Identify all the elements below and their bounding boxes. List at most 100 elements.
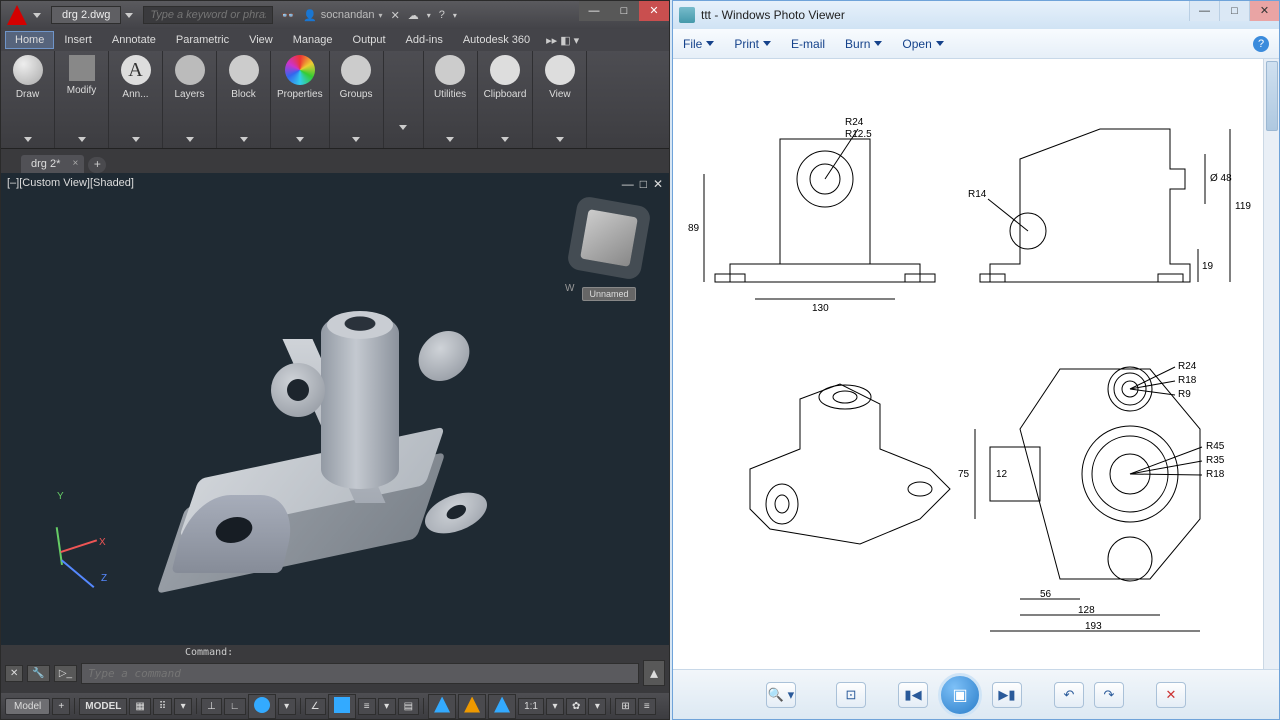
vp-maximize-icon[interactable]: □ bbox=[640, 177, 647, 191]
ribbon-panel-clipboard[interactable]: Clipboard bbox=[478, 51, 534, 148]
viewcube-ucs-label[interactable]: Unnamed bbox=[582, 287, 635, 301]
pv-menu-label: File bbox=[683, 37, 702, 51]
rotate-cw-icon[interactable]: ↷ bbox=[1094, 682, 1124, 708]
customize-icon[interactable]: ≡ bbox=[638, 698, 656, 715]
dim: R9 bbox=[1178, 389, 1191, 400]
document-tab[interactable]: drg 2* × bbox=[21, 155, 84, 173]
cmd-prompt-icon: ▷_ bbox=[54, 665, 77, 682]
ribbon-panel-layers[interactable]: Layers bbox=[163, 51, 217, 148]
ribbon-panel-properties[interactable]: Properties bbox=[271, 51, 330, 148]
annovisible-icon[interactable] bbox=[488, 694, 516, 719]
pv-maximize-button[interactable]: □ bbox=[1219, 1, 1249, 21]
pv-menu-open[interactable]: Open bbox=[902, 37, 943, 51]
gear-drop-icon[interactable]: ▾ bbox=[588, 698, 606, 715]
ribbon-tab-annotate[interactable]: Annotate bbox=[102, 31, 166, 49]
infer-icon[interactable]: ▾ bbox=[174, 698, 192, 715]
maximize-button[interactable]: □ bbox=[609, 1, 639, 21]
next-icon[interactable]: ▶▮ bbox=[992, 682, 1022, 708]
ribbon-panel-block[interactable]: Block bbox=[217, 51, 271, 148]
tab-add-button[interactable]: + bbox=[88, 157, 106, 173]
iso-icon[interactable] bbox=[248, 694, 276, 719]
model-tab[interactable]: Model bbox=[5, 698, 50, 715]
polar-icon[interactable]: ∟ bbox=[224, 698, 246, 715]
sc-icon[interactable] bbox=[428, 694, 456, 719]
scale-drop-icon[interactable]: ▾ bbox=[546, 698, 564, 715]
cmd-history-arrow[interactable]: ▴ bbox=[643, 660, 665, 686]
ribbon-panel-modify[interactable]: Modify bbox=[55, 51, 109, 148]
ortho-icon[interactable]: ⊥ bbox=[201, 698, 222, 715]
pv-menu-print[interactable]: Print bbox=[734, 37, 771, 51]
otrack-icon[interactable]: ∠ bbox=[305, 698, 326, 715]
lwt-icon[interactable]: ≡ bbox=[358, 698, 376, 715]
cmd-close-icon[interactable]: ✕ bbox=[5, 665, 23, 682]
viewcube[interactable]: W Unnamed bbox=[569, 213, 649, 303]
prev-icon[interactable]: ▮◀ bbox=[898, 682, 928, 708]
ribbon-label: Layers bbox=[174, 89, 204, 100]
ribbon-tab-home[interactable]: Home bbox=[5, 31, 54, 49]
help-icon[interactable]: ? bbox=[439, 9, 445, 21]
tpy-icon[interactable]: ▾ bbox=[378, 698, 396, 715]
scale-label[interactable]: 1:1 bbox=[518, 698, 544, 715]
ribbon-panel-view[interactable]: View bbox=[533, 51, 587, 148]
annoscale-icon[interactable] bbox=[458, 694, 486, 719]
slideshow-button[interactable]: ▣ bbox=[938, 673, 982, 717]
binoculars-icon[interactable]: 👓 bbox=[281, 9, 295, 22]
tab-close-icon[interactable]: × bbox=[73, 158, 79, 169]
rotate-ccw-icon[interactable]: ↶ bbox=[1054, 682, 1084, 708]
document-name-btn[interactable]: drg 2.dwg bbox=[51, 6, 121, 24]
ribbon-overflow-icon[interactable]: ▸▸ ◧ ▾ bbox=[546, 34, 579, 47]
cmd-config-icon[interactable]: 🔧 bbox=[27, 665, 49, 682]
pv-menu-file[interactable]: File bbox=[683, 37, 714, 51]
viewport[interactable]: [–][Custom View][Shaded] — □ ✕ W Unnamed… bbox=[1, 173, 669, 645]
dyn-icon[interactable] bbox=[328, 694, 356, 719]
qp-icon[interactable]: ▤ bbox=[398, 698, 419, 715]
minimize-button[interactable]: — bbox=[579, 1, 609, 21]
dim: R18 bbox=[1178, 375, 1197, 386]
pv-minimize-button[interactable]: — bbox=[1189, 1, 1219, 21]
modelspace-toggle[interactable]: MODEL bbox=[79, 698, 127, 715]
pv-menu-burn[interactable]: Burn bbox=[845, 37, 882, 51]
qat-dropdown-icon[interactable] bbox=[33, 13, 41, 18]
command-input[interactable] bbox=[81, 663, 639, 684]
grid-icon[interactable]: ▦ bbox=[129, 698, 150, 715]
vp-close-icon[interactable]: ✕ bbox=[653, 177, 663, 191]
ribbon-panel-groups[interactable]: Groups bbox=[330, 51, 384, 148]
pv-titlebar: ttt - Windows Photo Viewer — □ ✕ bbox=[673, 1, 1279, 29]
snap-icon[interactable]: ⠿ bbox=[153, 698, 172, 715]
ribbon-panel-draw[interactable]: Draw bbox=[1, 51, 55, 148]
cloud-icon[interactable]: ☁ bbox=[408, 9, 419, 22]
ribbon-tab-a360[interactable]: Autodesk 360 bbox=[453, 31, 540, 49]
pv-menu-label: Burn bbox=[845, 37, 870, 51]
clean-icon[interactable]: ⊞ bbox=[615, 698, 635, 715]
osnap-icon[interactable]: ▾ bbox=[278, 698, 296, 715]
ribbon-panel-annotation[interactable]: AAnn... bbox=[109, 51, 163, 148]
dim: R35 bbox=[1206, 455, 1225, 466]
autocad-logo-icon[interactable] bbox=[7, 5, 27, 25]
delete-icon[interactable]: ✕ bbox=[1156, 682, 1186, 708]
exchange-icon[interactable]: ✕ bbox=[391, 9, 400, 22]
viewport-label[interactable]: [–][Custom View][Shaded] bbox=[7, 177, 134, 189]
layout-add-icon[interactable]: + bbox=[52, 698, 70, 715]
vp-minimize-icon[interactable]: — bbox=[622, 177, 634, 191]
ribbon-tab-addins[interactable]: Add-ins bbox=[396, 31, 453, 49]
acad-ribbon-tabs: Home Insert Annotate Parametric View Man… bbox=[1, 29, 669, 51]
ribbon-tab-parametric[interactable]: Parametric bbox=[166, 31, 239, 49]
pv-close-button[interactable]: ✕ bbox=[1249, 1, 1279, 21]
close-button[interactable]: ✕ bbox=[639, 1, 669, 21]
signin-user[interactable]: 👤 socnandan ▾ bbox=[303, 9, 383, 22]
ribbon-panel-utilities[interactable]: Utilities bbox=[424, 51, 478, 148]
ribbon-tab-view[interactable]: View bbox=[239, 31, 283, 49]
ribbon-tab-manage[interactable]: Manage bbox=[283, 31, 343, 49]
actual-size-icon[interactable]: ⊡ bbox=[836, 682, 866, 708]
ribbon-tab-insert[interactable]: Insert bbox=[54, 31, 102, 49]
gear-icon[interactable]: ✿ bbox=[566, 698, 586, 715]
zoom-out-icon[interactable]: 🔍 ▾ bbox=[766, 682, 796, 708]
pv-help-icon[interactable]: ? bbox=[1253, 36, 1269, 52]
pv-menu-email[interactable]: E-mail bbox=[791, 37, 825, 51]
ribbon-tab-output[interactable]: Output bbox=[343, 31, 396, 49]
pv-image-canvas[interactable]: R24 R12.5 89 130 R14 Ø 48 bbox=[673, 59, 1279, 669]
dim: R45 bbox=[1206, 441, 1225, 452]
help-search-input[interactable] bbox=[143, 6, 273, 24]
doc-dropdown-icon[interactable] bbox=[125, 13, 133, 18]
ucs-triad[interactable]: Y X Z bbox=[31, 495, 111, 575]
